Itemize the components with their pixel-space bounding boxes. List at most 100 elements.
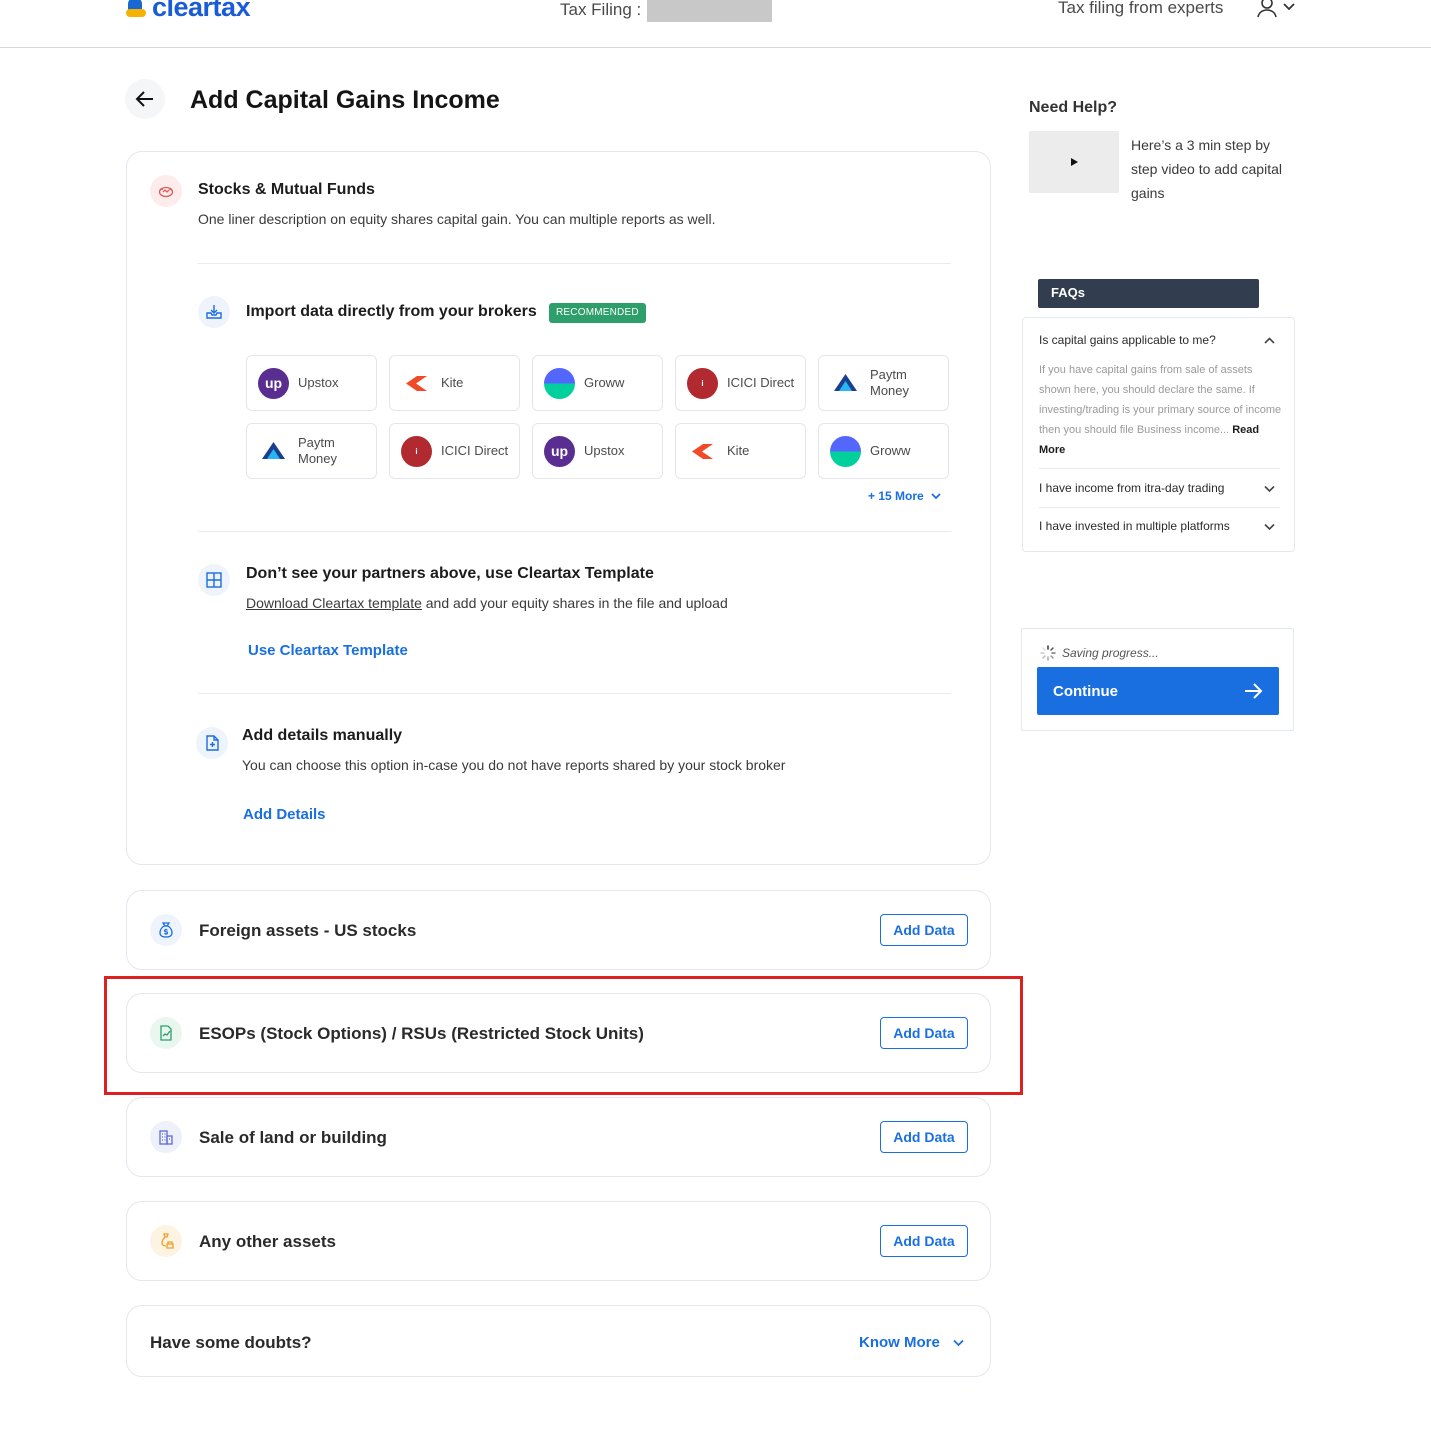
- assets-icon: [150, 1225, 182, 1257]
- tax-filing-status: Tax Filing :: [560, 0, 773, 22]
- broker-tile-upstox[interactable]: up Upstox: [246, 355, 377, 411]
- divider: [198, 263, 951, 264]
- spinner-icon: [1040, 645, 1056, 661]
- broker-name: Kite: [441, 375, 464, 390]
- manual-description: You can choose this option in-case you d…: [242, 757, 786, 773]
- broker-tile-icici-direct[interactable]: i ICICI Direct: [389, 423, 520, 479]
- broker-name: Kite: [727, 443, 750, 458]
- broker-name: Groww: [870, 443, 911, 458]
- broker-tile-paytm-money[interactable]: Paytm Money: [246, 423, 377, 479]
- more-brokers-label: + 15 More: [868, 489, 924, 503]
- need-help-title: Need Help?: [1029, 99, 1118, 116]
- kite-logo: [401, 367, 432, 399]
- faq-answer: If you have capital gains from sale of a…: [1039, 360, 1283, 460]
- know-more-link[interactable]: Know More: [859, 1334, 965, 1351]
- faq-question[interactable]: I have income from itra-day trading: [1039, 481, 1224, 495]
- faq-question[interactable]: I have invested in multiple platforms: [1039, 519, 1230, 533]
- asset-title: Any other assets: [199, 1232, 336, 1251]
- asset-row-foreign: Foreign assets - US stocks Add Data: [126, 890, 991, 970]
- divider: [198, 531, 951, 532]
- chevron-down-icon[interactable]: [1263, 482, 1276, 495]
- saving-status: Saving progress...: [1040, 645, 1159, 661]
- chevron-up-icon[interactable]: [1263, 334, 1276, 347]
- broker-name: Upstox: [298, 375, 339, 390]
- know-more-label: Know More: [859, 1334, 940, 1351]
- faq-question[interactable]: Is capital gains applicable to me?: [1039, 333, 1216, 347]
- money-bag-icon: [150, 914, 182, 946]
- add-document-icon: [196, 727, 228, 759]
- add-data-button[interactable]: Add Data: [880, 1121, 968, 1153]
- icici-logo: i: [401, 435, 432, 467]
- help-video-thumbnail[interactable]: [1029, 131, 1119, 193]
- divider: [198, 693, 951, 694]
- building-icon: [150, 1121, 182, 1153]
- paytm-logo: [830, 367, 861, 399]
- import-brokers-title: Import data directly from your brokers: [246, 303, 537, 320]
- chevron-down-icon[interactable]: [1263, 520, 1276, 533]
- continue-label: Continue: [1053, 682, 1118, 700]
- broker-name: ICICI Direct: [727, 375, 795, 390]
- broker-tile-groww[interactable]: Groww: [532, 355, 663, 411]
- asset-title: Sale of land or building: [199, 1128, 387, 1147]
- asset-title: Foreign assets - US stocks: [199, 921, 417, 940]
- broker-name: Paytm Money: [298, 435, 338, 466]
- faq-list: Is capital gains applicable to me? If yo…: [1022, 317, 1295, 552]
- saving-status-text: Saving progress...: [1062, 646, 1159, 660]
- chevron-down-icon: [931, 493, 941, 500]
- use-template-link[interactable]: Use Cleartax Template: [248, 642, 408, 659]
- template-title: Don’t see your partners above, use Clear…: [246, 565, 654, 582]
- add-data-button[interactable]: Add Data: [880, 1225, 968, 1257]
- asset-row-land: Sale of land or building Add Data: [126, 1097, 991, 1177]
- import-tray-icon: [198, 296, 230, 328]
- arrow-right-icon: [1245, 683, 1263, 699]
- asset-row-other: Any other assets Add Data: [126, 1201, 991, 1281]
- cleartax-logo-icon: [124, 0, 148, 21]
- chevron-down-icon: [953, 1339, 964, 1347]
- add-data-button[interactable]: Add Data: [880, 914, 968, 946]
- more-brokers-link[interactable]: + 15 More: [868, 489, 942, 503]
- download-template-link[interactable]: Download Cleartax template: [246, 595, 422, 611]
- page-title: Add Capital Gains Income: [190, 86, 500, 114]
- broker-tile-groww[interactable]: Groww: [818, 423, 949, 479]
- icici-logo: i: [687, 367, 718, 399]
- faqs-header: FAQs: [1038, 279, 1259, 308]
- recommended-badge: RECOMMENDED: [549, 303, 646, 323]
- user-icon: [1257, 0, 1277, 18]
- top-header: cleartax Tax Filing : Tax filing from ex…: [0, 0, 1431, 48]
- stocks-section-title: Stocks & Mutual Funds: [198, 181, 375, 198]
- tax-filing-experts-link[interactable]: Tax filing from experts: [1058, 0, 1223, 18]
- template-description-rest: and add your equity shares in the file a…: [421, 595, 728, 611]
- template-description: Download Cleartax template and add your …: [246, 595, 728, 611]
- kite-logo: [687, 435, 718, 467]
- piggy-bank-icon: [150, 175, 182, 207]
- cleartax-logo[interactable]: cleartax: [124, 0, 251, 23]
- broker-tile-kite[interactable]: Kite: [389, 355, 520, 411]
- stocks-section-description: One liner description on equity shares c…: [198, 211, 716, 227]
- broker-name: Upstox: [584, 443, 625, 458]
- paytm-logo: [258, 435, 289, 467]
- continue-button[interactable]: Continue: [1037, 667, 1279, 715]
- highlight-box: [104, 976, 1023, 1095]
- upstox-logo: up: [258, 367, 289, 399]
- help-video-description: Here’s a 3 min step by step video to add…: [1131, 137, 1282, 201]
- broker-tile-icici-direct[interactable]: i ICICI Direct: [675, 355, 806, 411]
- save-panel: Saving progress... Continue: [1021, 628, 1294, 731]
- user-menu[interactable]: [1256, 0, 1296, 18]
- broker-tile-upstox[interactable]: up Upstox: [532, 423, 663, 479]
- doubts-card: Have some doubts? Know More: [126, 1305, 991, 1377]
- arrow-left-icon: [135, 91, 153, 107]
- groww-logo: [544, 367, 575, 399]
- manual-title: Add details manually: [242, 727, 403, 744]
- broker-name: Groww: [584, 375, 625, 390]
- divider: [1039, 468, 1280, 469]
- grid-template-icon: [198, 564, 230, 596]
- groww-logo: [830, 435, 861, 467]
- back-button[interactable]: [125, 79, 165, 119]
- broker-tile-paytm-money[interactable]: Paytm Money: [818, 355, 949, 411]
- broker-name: ICICI Direct: [441, 443, 509, 458]
- add-details-link[interactable]: Add Details: [243, 806, 326, 823]
- tax-filing-label: Tax Filing :: [560, 0, 642, 19]
- doubts-title: Have some doubts?: [150, 1333, 312, 1352]
- chevron-down-icon: [1283, 3, 1295, 11]
- broker-tile-kite[interactable]: Kite: [675, 423, 806, 479]
